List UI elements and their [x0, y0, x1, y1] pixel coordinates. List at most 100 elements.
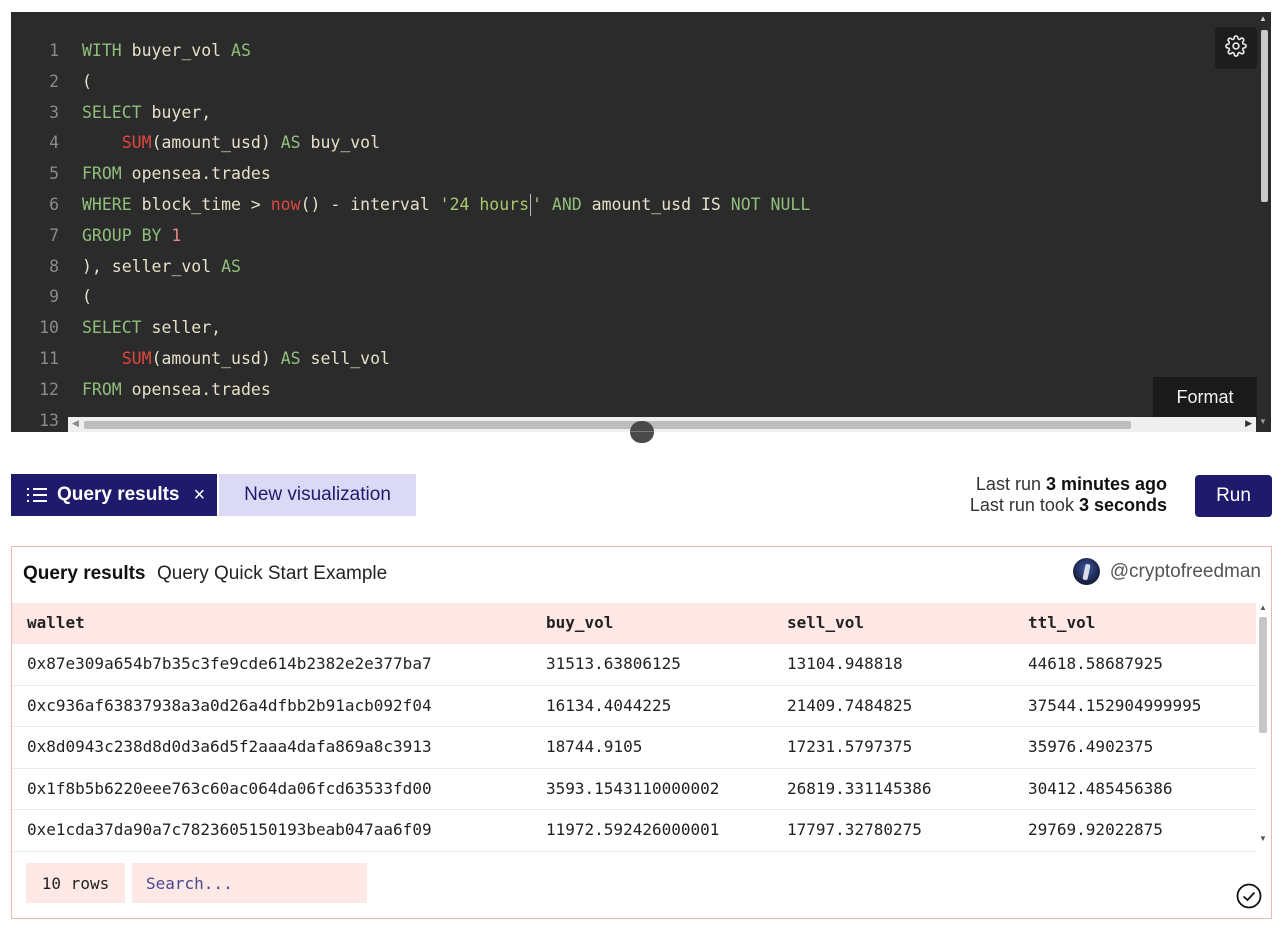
scroll-up-icon[interactable]: ▲: [1259, 603, 1267, 612]
code-token: sell_vol: [300, 348, 390, 368]
table-row: 0x8d0943c238d8d0d3a6d5f2aaa4dafa869a8c39…: [12, 727, 1256, 769]
table-cell: 17231.5797375: [787, 737, 913, 756]
line-content[interactable]: SELECT seller,: [82, 313, 221, 344]
author[interactable]: @cryptofreedman: [1072, 558, 1261, 585]
line-content[interactable]: (: [82, 67, 92, 98]
code-token: (amount_usd): [151, 348, 281, 368]
code-token: buyer,: [141, 102, 212, 122]
scroll-thumb[interactable]: [84, 421, 1131, 429]
text-cursor: [530, 194, 532, 217]
column-header[interactable]: wallet: [27, 603, 85, 643]
table-cell: 35976.4902375: [1028, 737, 1154, 756]
code-token: () - interval: [300, 194, 440, 214]
close-icon[interactable]: ×: [194, 484, 206, 507]
last-run-value: 3 minutes ago: [1045, 474, 1167, 494]
code-token: WHERE: [82, 194, 132, 214]
line-content[interactable]: FROM opensea.trades: [82, 159, 271, 190]
table-cell: 0x87e309a654b7b35c3fe9cde614b2382e2e377b…: [27, 654, 432, 673]
table-cell: 31513.63806125: [546, 654, 681, 673]
editor-horizontal-scrollbar[interactable]: ◀ ▶: [68, 417, 1256, 432]
line-number: 3: [49, 102, 59, 122]
column-header[interactable]: sell_vol: [787, 603, 864, 643]
code-token: SELECT: [82, 102, 142, 122]
code-token: GROUP BY: [82, 225, 162, 245]
table-cell: 0xe1cda37da90a7c7823605150193beab047aa6f…: [27, 820, 432, 839]
table-row: 0xe1cda37da90a7c7823605150193beab047aa6f…: [12, 810, 1256, 852]
code-token: opensea.trades: [121, 379, 271, 399]
code-token: (amount_usd): [151, 133, 281, 153]
editor-resize-handle[interactable]: [630, 421, 654, 443]
editor-settings-button[interactable]: [1215, 27, 1257, 69]
search-input[interactable]: [132, 863, 367, 903]
line-number: 4: [49, 133, 59, 153]
table-cell: 30412.485456386: [1028, 778, 1173, 798]
line-number: 7: [49, 225, 59, 245]
tab-query-results[interactable]: Query results ×: [11, 474, 217, 516]
code-token: (: [82, 71, 92, 91]
line-content[interactable]: SUM(amount_usd) AS sell_vol: [82, 344, 390, 375]
code-token: (: [82, 287, 92, 307]
line-number: 8: [49, 256, 59, 276]
table-row: 0x87e309a654b7b35c3fe9cde614b2382e2e377b…: [12, 644, 1256, 686]
scroll-down-icon[interactable]: ▼: [1259, 834, 1267, 843]
editor-vertical-scrollbar[interactable]: ▲ ▼: [1258, 14, 1268, 426]
code-token: NULL: [770, 194, 811, 214]
format-button[interactable]: Format: [1153, 377, 1257, 417]
table-vertical-scrollbar[interactable]: ▲ ▼: [1256, 603, 1270, 843]
table-cell: 0x1f8b5b6220eee763c60ac064da06fcd63533fd…: [27, 778, 432, 798]
table-header: wallet buy_vol sell_vol ttl_vol: [12, 603, 1256, 644]
table-cell: 0x8d0943c238d8d0d3a6d5f2aaa4dafa869a8c39…: [27, 737, 432, 756]
results-table: wallet buy_vol sell_vol ttl_vol 0x87e309a654…: [12, 603, 1256, 852]
line-number: 13: [39, 410, 59, 430]
scroll-thumb[interactable]: [1259, 617, 1267, 733]
sql-editor[interactable]: 1 WITH buyer_vol AS 2(3 SELECT buyer, 4 SUM(…: [11, 12, 1271, 432]
column-header[interactable]: ttl_vol: [1028, 603, 1095, 643]
table-cell: 13104.948818: [787, 654, 903, 673]
check-circle-icon: [1236, 883, 1262, 914]
column-header[interactable]: buy_vol: [546, 603, 613, 643]
code-token: buy_vol: [300, 133, 381, 153]
scroll-up-icon[interactable]: ▲: [1259, 14, 1267, 23]
scroll-right-icon[interactable]: ▶: [1245, 418, 1252, 429]
table-cell: 18744.9105: [546, 737, 643, 756]
avatar[interactable]: [1072, 558, 1100, 585]
code-token: 1: [171, 225, 182, 245]
line-content[interactable]: ), seller_vol AS: [82, 252, 241, 283]
code-token: now: [270, 194, 301, 214]
scroll-left-icon[interactable]: ◀: [72, 418, 79, 429]
list-icon: [26, 486, 48, 504]
line-content[interactable]: SELECT buyer,: [82, 98, 211, 129]
scroll-down-icon[interactable]: ▼: [1259, 417, 1267, 426]
line-number: 12: [39, 379, 59, 399]
line-content[interactable]: GROUP BY 1: [82, 221, 181, 252]
run-button[interactable]: Run: [1195, 475, 1272, 517]
table-row: 0x1f8b5b6220eee763c60ac064da06fcd63533fd…: [12, 769, 1256, 810]
table-cell: 11972.592426000001: [546, 820, 720, 839]
scroll-thumb[interactable]: [1261, 30, 1268, 202]
query-name[interactable]: Query Quick Start Example: [157, 563, 387, 585]
results-panel: Query results Query Quick Start Example …: [11, 546, 1272, 919]
line-number: 10: [39, 318, 59, 338]
code-token: SUM: [121, 133, 152, 153]
line-content[interactable]: SUM(amount_usd) AS buy_vol: [82, 128, 380, 159]
code-token: FROM: [82, 164, 122, 184]
code-token: buyer_vol: [121, 41, 232, 60]
author-name[interactable]: @cryptofreedman: [1110, 561, 1261, 583]
tab-new-visualization[interactable]: New visualization: [219, 474, 416, 516]
last-run-info: Last run 3 minutes ago Last run took 3 s…: [970, 474, 1167, 516]
table-cell: 37544.152904999995: [1028, 695, 1202, 715]
code-token: AS: [280, 348, 301, 368]
line-content[interactable]: (: [82, 282, 92, 313]
line-content[interactable]: FROM opensea.trades: [82, 375, 271, 406]
line-content[interactable]: WITH buyer_vol AS: [82, 36, 251, 67]
last-took-value: 3 seconds: [1078, 495, 1167, 515]
code-token: WITH: [82, 41, 122, 60]
line-content[interactable]: WHERE block_time > now() - interval '24 …: [82, 190, 810, 221]
last-run-label: Last run: [975, 474, 1046, 494]
line-number: 5: [49, 164, 59, 184]
code-token: seller,: [141, 318, 222, 338]
